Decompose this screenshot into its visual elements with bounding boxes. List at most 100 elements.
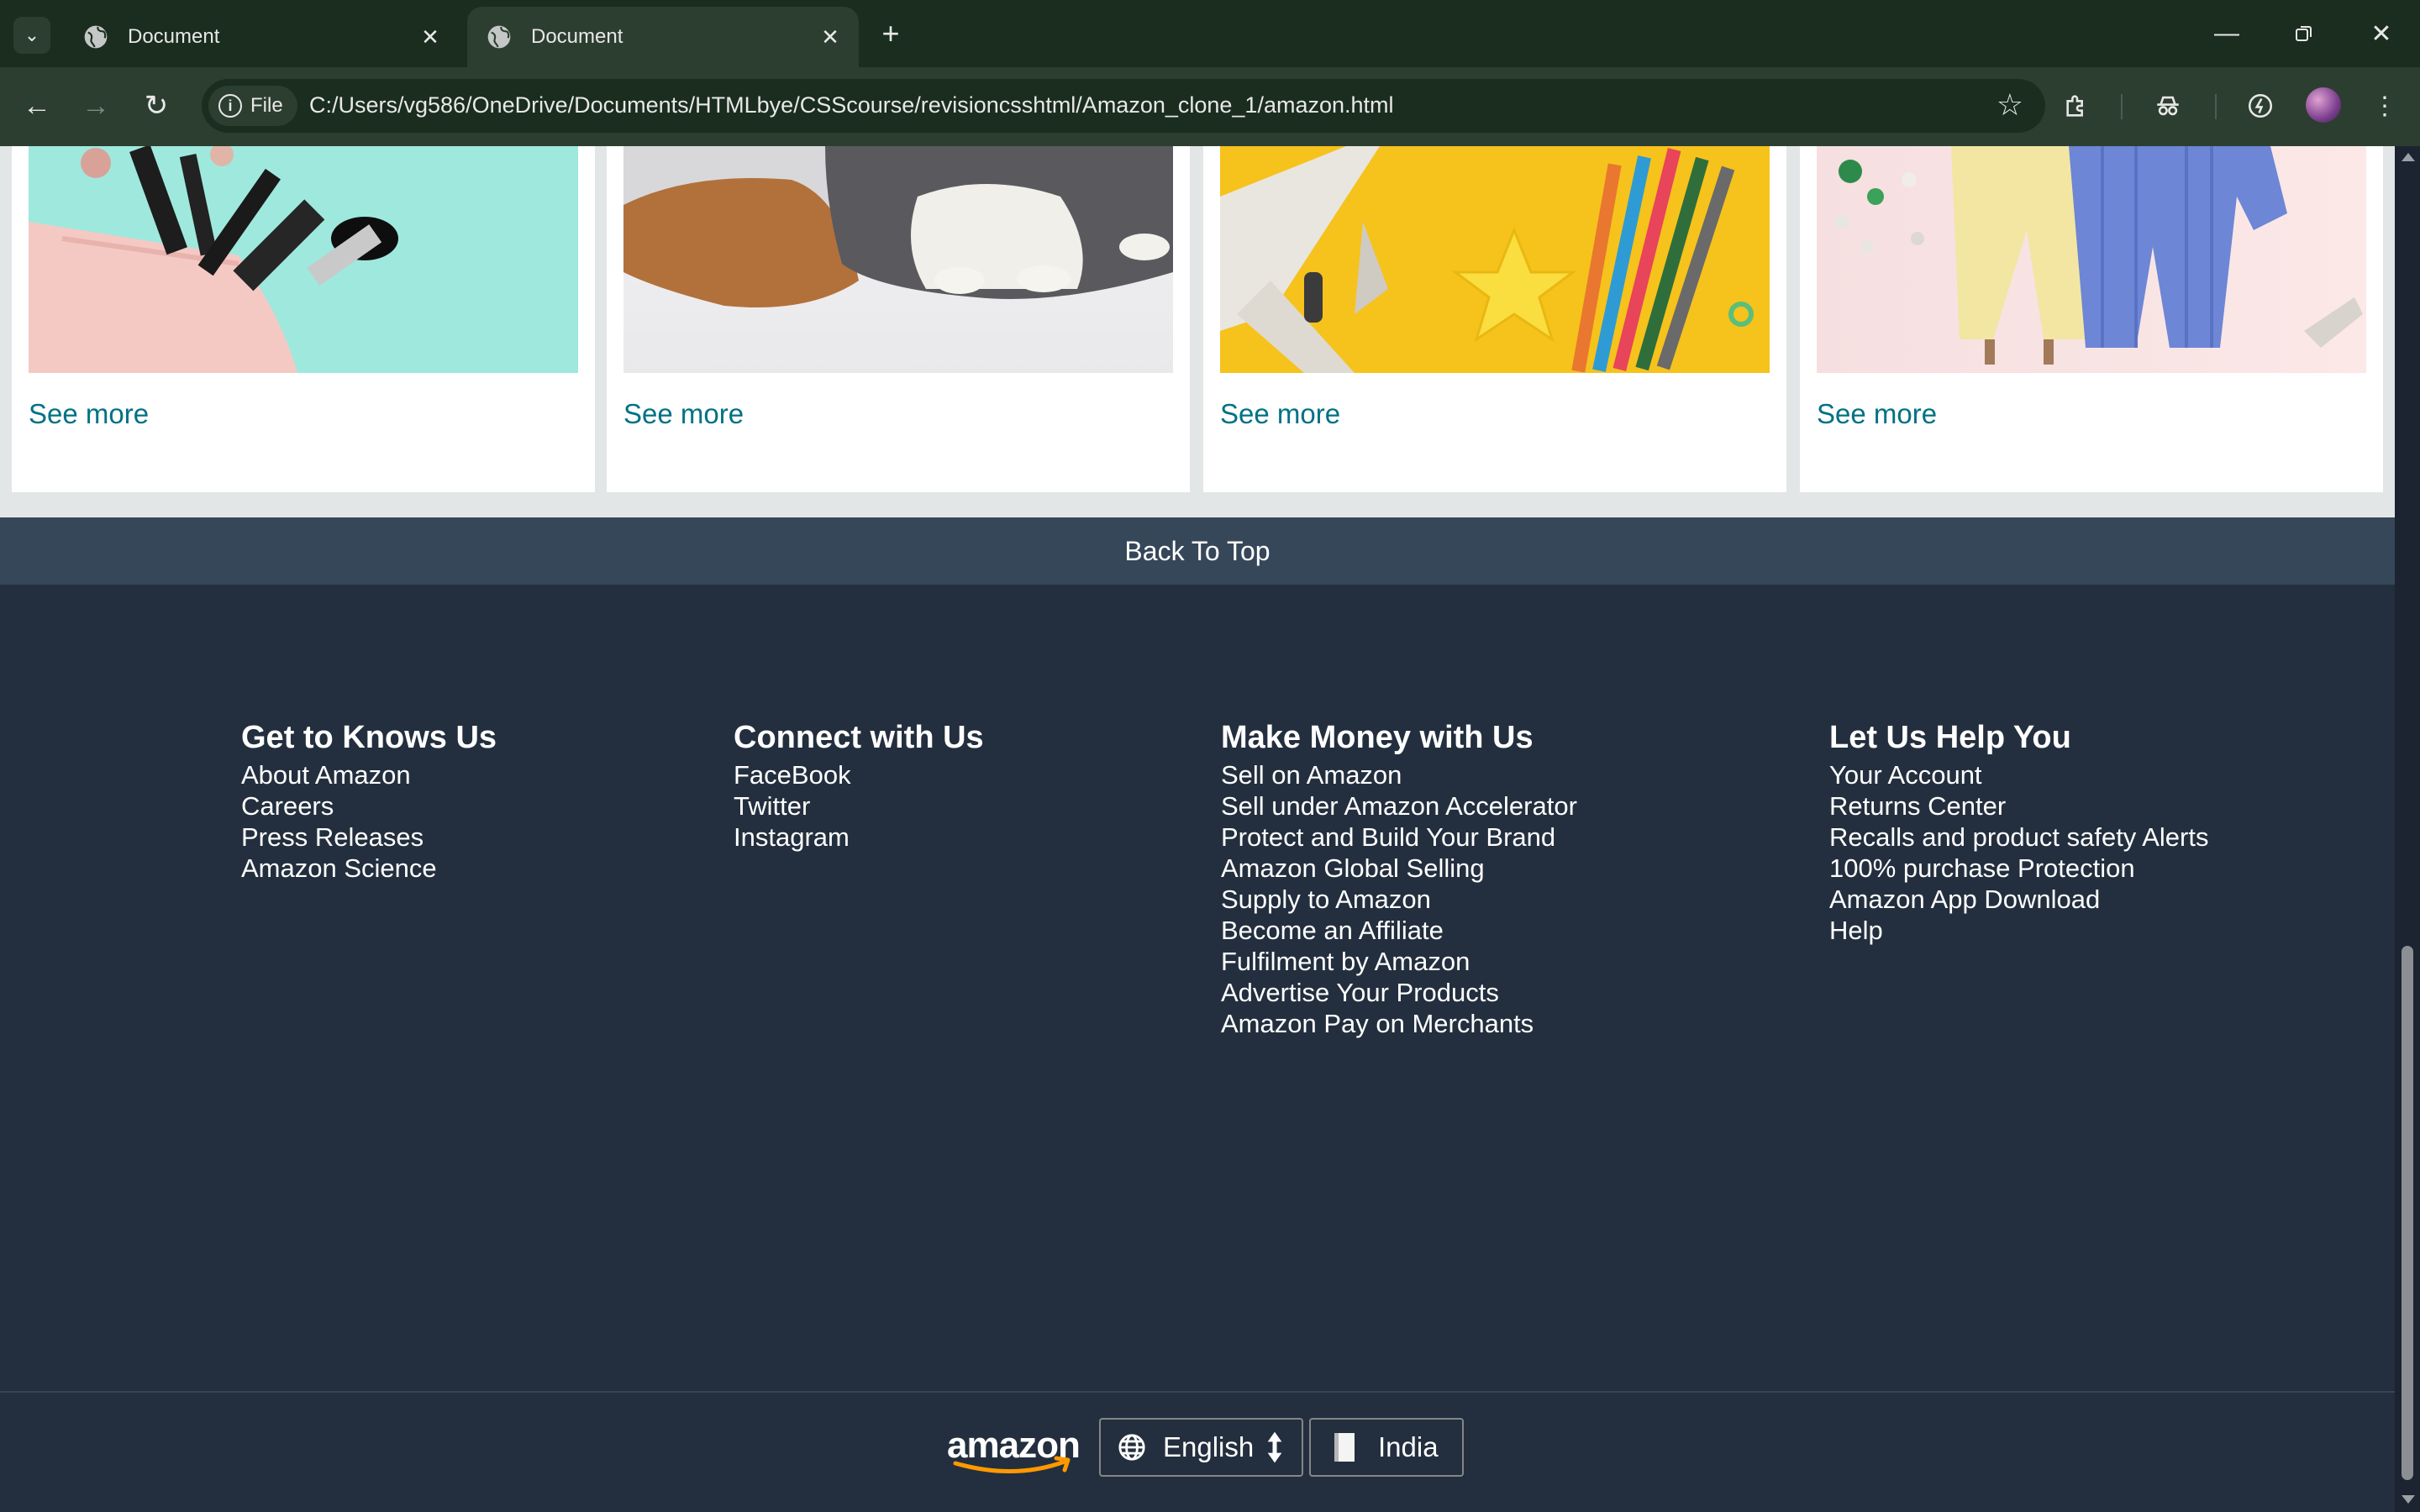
reload-icon: ↻ [144, 90, 169, 122]
site-chip-label: File [250, 94, 283, 117]
toys-illustration [1220, 146, 1754, 373]
tab-title: Document [531, 25, 623, 48]
language-label: English [1163, 1431, 1255, 1462]
footer-link[interactable]: Returns Center [1829, 790, 2208, 822]
globe-icon [487, 25, 511, 49]
fashion-illustration [1834, 146, 2363, 365]
makeup-bag-illustration [29, 146, 398, 373]
footer-link[interactable]: Amazon Pay on Merchants [1221, 1008, 1577, 1039]
footer-link[interactable]: Become an Affiliate [1221, 915, 1577, 946]
card-image[interactable] [29, 146, 578, 373]
footer-link[interactable]: Amazon Science [241, 853, 497, 884]
footer-link[interactable]: 100% purchase Protection [1829, 853, 2208, 884]
arrow-left-icon: ← [23, 89, 51, 122]
cat-illustration [623, 146, 1173, 307]
bookmark-star-icon[interactable]: ☆ [1996, 87, 2023, 123]
footer-divider [0, 1391, 2395, 1393]
browser-tab[interactable]: Document ✕ [64, 7, 459, 67]
restore-icon [2296, 26, 2312, 41]
card-image[interactable] [1817, 146, 2366, 373]
page-scrollbar[interactable] [2395, 146, 2420, 1512]
category-card: See more [12, 146, 595, 492]
more-vert-icon: ⋮ [2372, 92, 2397, 120]
scrollbar-thumb[interactable] [2402, 946, 2413, 1480]
footer-link[interactable]: Instagram [734, 822, 984, 853]
footer-link[interactable]: Protect and Build Your Brand [1221, 822, 1577, 853]
card-image[interactable] [623, 146, 1173, 373]
tab-title: Document [128, 25, 220, 48]
minimize-button[interactable]: — [2203, 12, 2250, 55]
see-more-link[interactable]: See more [1220, 398, 1340, 430]
footer-link[interactable]: Help [1829, 915, 2208, 946]
chevron-down-icon: ⌄ [24, 24, 40, 45]
profile-avatar[interactable] [2306, 87, 2341, 123]
close-tab-icon[interactable]: ✕ [415, 22, 445, 52]
flag-icon [1334, 1433, 1355, 1462]
toolbar-separator [2215, 94, 2217, 119]
scroll-up-icon[interactable] [2402, 153, 2415, 161]
browser-tab-active[interactable]: Document ✕ [467, 7, 859, 67]
back-button[interactable]: ← [15, 84, 59, 128]
footer-link[interactable]: Fulfilment by Amazon [1221, 946, 1577, 977]
footer-column-connect: Connect with Us FaceBook Twitter Instagr… [734, 719, 984, 853]
incognito-icon [2157, 96, 2179, 116]
footer-link[interactable]: About Amazon [241, 759, 497, 790]
category-card: See more [1203, 146, 1786, 492]
footer-link[interactable]: Twitter [734, 790, 984, 822]
language-selector[interactable]: English [1099, 1418, 1303, 1477]
extensions-button[interactable] [2057, 86, 2097, 126]
sort-arrows-icon [1267, 1431, 1282, 1463]
scroll-down-icon[interactable] [2402, 1495, 2415, 1504]
category-card: See more [607, 146, 1190, 492]
see-more-link[interactable]: See more [29, 398, 149, 430]
arrow-right-icon: → [82, 89, 110, 122]
toolbar-separator [2121, 94, 2123, 119]
url-text[interactable]: C:/Users/vg586/OneDrive/Documents/HTMLby… [309, 92, 1394, 118]
back-to-top-button[interactable]: Back To Top [0, 517, 2395, 585]
info-icon: i [218, 94, 242, 118]
footer-link[interactable]: Recalls and product safety Alerts [1829, 822, 2208, 853]
browser-toolbar: ← → ↻ i File C:/Users/vg586/OneDrive/Doc… [0, 67, 2420, 146]
puzzle-icon [2066, 95, 2083, 117]
forward-button[interactable]: → [74, 84, 118, 128]
footer-link[interactable]: Supply to Amazon [1221, 884, 1577, 915]
footer-column-title: Connect with Us [734, 720, 984, 755]
country-label: India [1378, 1431, 1439, 1462]
page-viewport: See more See more See more See more Back… [0, 146, 2395, 1512]
address-bar[interactable]: i File C:/Users/vg586/OneDrive/Documents… [202, 79, 2045, 133]
browser-tab-strip: ⌄ Document ✕ Document ✕ + — ✕ [0, 0, 2420, 67]
footer-column-title: Get to Knows Us [241, 720, 497, 755]
new-tab-button[interactable]: + [874, 16, 908, 50]
restore-button[interactable] [2281, 12, 2328, 55]
see-more-link[interactable]: See more [623, 398, 744, 430]
browser-menu-button[interactable]: ⋮ [2365, 86, 2405, 126]
footer-column-help: Let Us Help You Your Account Returns Cen… [1829, 719, 2208, 946]
incognito-button[interactable] [2148, 86, 2188, 126]
globe-icon [1118, 1434, 1145, 1461]
footer-link[interactable]: Your Account [1829, 759, 2208, 790]
amazon-logo[interactable]: amazon [947, 1425, 1085, 1478]
footer-link[interactable]: Sell under Amazon Accelerator [1221, 790, 1577, 822]
close-window-button[interactable]: ✕ [2358, 12, 2405, 55]
tab-search-button[interactable]: ⌄ [13, 17, 50, 54]
site-info-chip[interactable]: i File [208, 86, 297, 126]
performance-button[interactable] [2240, 86, 2281, 126]
footer-column-title: Let Us Help You [1829, 720, 2071, 755]
globe-icon [84, 25, 108, 49]
footer-link[interactable]: Careers [241, 790, 497, 822]
footer-link[interactable]: Amazon Global Selling [1221, 853, 1577, 884]
smile-arrow-icon [953, 1456, 1071, 1473]
country-selector[interactable]: India [1309, 1418, 1464, 1477]
close-tab-icon[interactable]: ✕ [815, 22, 845, 52]
reload-button[interactable]: ↻ [134, 84, 178, 128]
see-more-link[interactable]: See more [1817, 398, 1937, 430]
footer-link[interactable]: Advertise Your Products [1221, 977, 1577, 1008]
footer-link[interactable]: FaceBook [734, 759, 984, 790]
leaf-icon [2248, 93, 2273, 118]
card-image[interactable] [1220, 146, 1770, 373]
footer-link[interactable]: Amazon App Download [1829, 884, 2208, 915]
category-card: See more [1800, 146, 2383, 492]
footer-link[interactable]: Sell on Amazon [1221, 759, 1577, 790]
footer-column-about: Get to Knows Us About Amazon Careers Pre… [241, 719, 497, 884]
footer-link[interactable]: Press Releases [241, 822, 497, 853]
